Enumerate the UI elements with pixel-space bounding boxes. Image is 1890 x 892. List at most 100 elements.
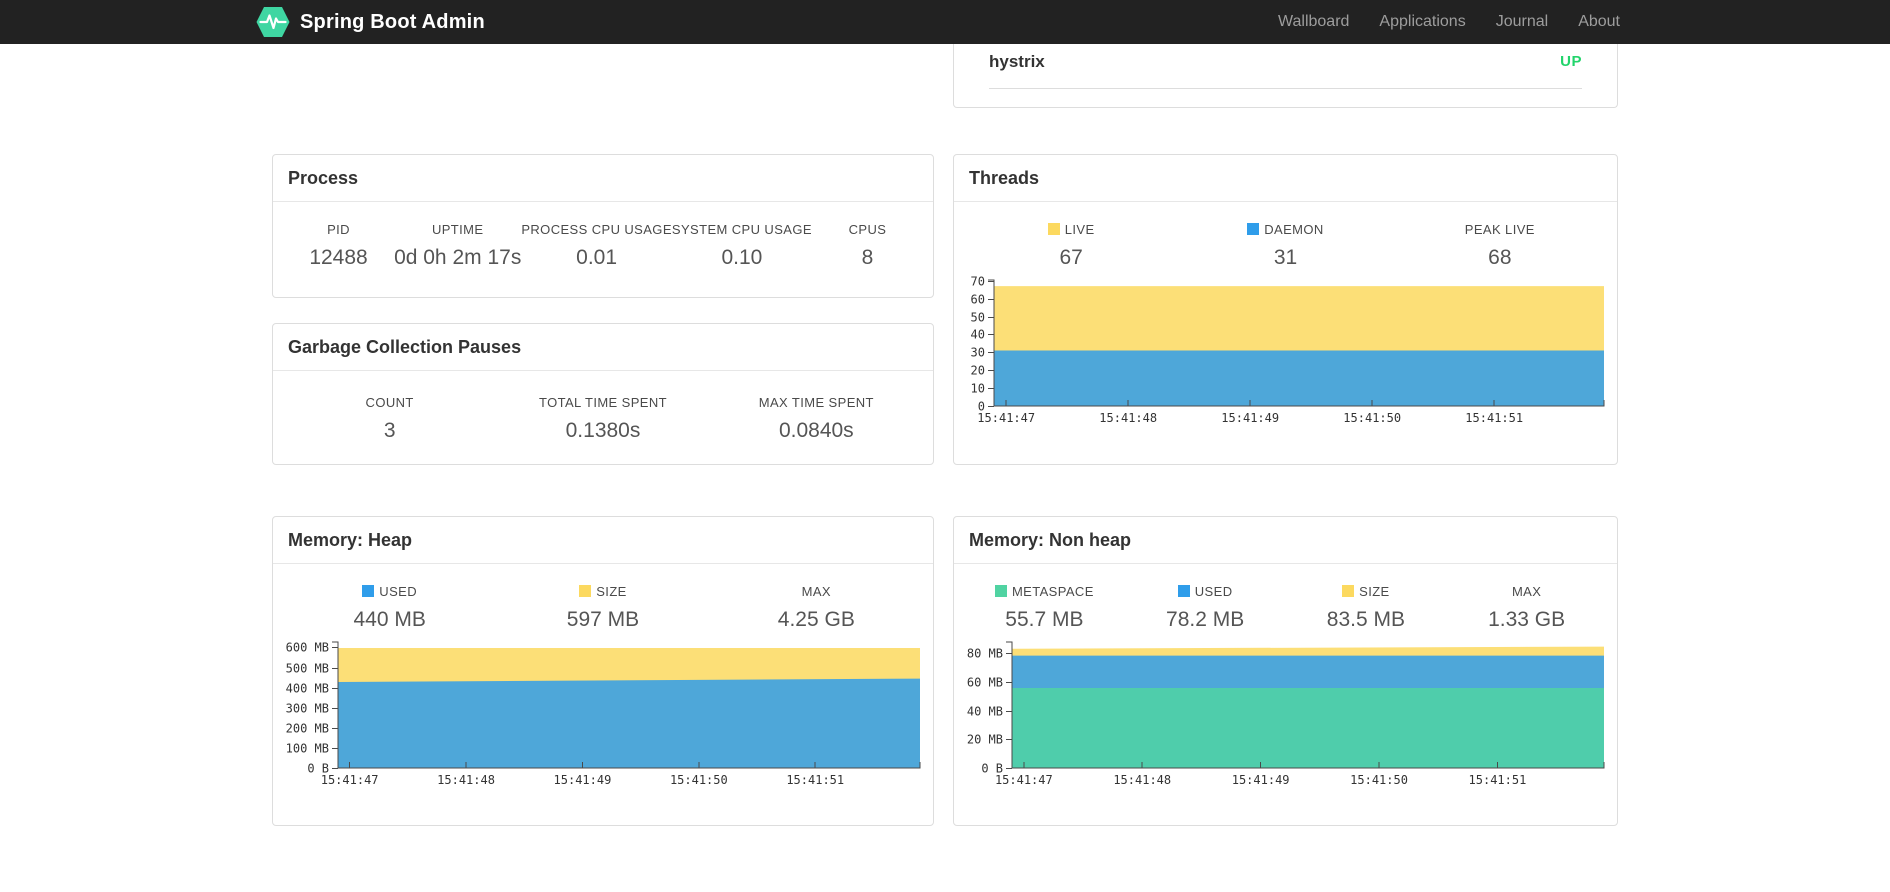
threads-chart: 0 10 20 30 40 50 60 70 15:41:47 15:41:48 15:41:49 1… <box>964 274 1607 428</box>
metric-nonheap-used: USED 78.2 MB <box>1125 584 1286 632</box>
tick-label: 15:41:47 <box>321 773 379 787</box>
panel-title: Threads <box>954 155 1617 202</box>
metric-value: 0.0840s <box>778 419 854 442</box>
metric-value: 0d 0h 2m 17s <box>394 246 522 269</box>
tick-label: 70 <box>971 275 985 289</box>
nonheap-metrics: METASPACE 55.7 MB USED 78.2 MB SIZE 83.5… <box>964 584 1607 632</box>
chart-svg: 0 B20 MB40 MB60 MB80 MB15:41:47 15:41:48 1… <box>967 641 1605 787</box>
metric-gc-total-time: TOTAL TIME SPENT 0.1380s <box>496 395 709 443</box>
tick-label: 15:41:51 <box>1465 411 1523 425</box>
app-logo-icon <box>256 7 290 37</box>
threads-panel: Threads LIVE 67 DAEMON 31 PEAK LIVE 68 0… <box>953 154 1618 465</box>
nonheap-chart: 0 B 20 MB 40 MB 60 MB 80 MB 15:41:47 15:41:48 1… <box>964 636 1607 790</box>
tick-label: 60 MB <box>967 676 1003 690</box>
metric-peak-live-threads: PEAK LIVE 68 <box>1393 222 1607 270</box>
tick-label: 15:41:48 <box>1099 411 1157 425</box>
metric-cpus: CPUS 8 <box>812 222 923 270</box>
metric-label: SYSTEM CPU USAGE <box>671 222 812 237</box>
metric-label: MAX TIME SPENT <box>758 395 874 410</box>
application-name[interactable]: hystrix <box>989 50 1045 74</box>
tick-label: 15:41:51 <box>1469 773 1527 787</box>
metric-value: 0.01 <box>576 246 618 269</box>
area-series-used <box>338 678 920 768</box>
metric-gc-count: COUNT 3 <box>283 395 496 443</box>
heap-chart: 0 B 100 MB 200 MB 300 MB 400 MB 500 MB 600 MB 1… <box>283 636 923 790</box>
metric-value: 55.7 MB <box>1005 608 1084 631</box>
metric-value: 1.33 GB <box>1488 608 1566 631</box>
y-axis <box>332 641 339 768</box>
tick-label: 15:41:49 <box>1221 411 1279 425</box>
tick-label: 15:41:47 <box>977 411 1035 425</box>
tick-label: 600 MB <box>286 641 329 655</box>
tick-label: 500 MB <box>286 662 329 676</box>
nav-links: Wallboard Applications Journal About <box>1263 13 1635 31</box>
legend-swatch-used <box>1177 585 1190 597</box>
tick-label: 15:41:47 <box>995 773 1053 787</box>
legend-swatch-size <box>1342 585 1355 597</box>
app-title: Spring Boot Admin <box>300 10 485 33</box>
metric-label: MAX <box>801 584 831 599</box>
metric-value: 12488 <box>309 246 368 269</box>
process-metrics: PID 12488 UPTIME 0d 0h 2m 17s PROCESS CP… <box>273 202 933 270</box>
tick-label: 60 <box>971 293 985 307</box>
tick-label: 30 <box>971 346 985 360</box>
chart-svg: 0 B100 MB200 MB300 MB400 MB500 MB600 MB1… <box>286 641 921 787</box>
metric-value: 597 MB <box>566 608 640 631</box>
metric-value: 4.25 GB <box>777 608 855 631</box>
metric-heap-max: MAX 4.25 GB <box>710 584 923 632</box>
metric-value: 440 MB <box>353 608 426 631</box>
nav-item-about[interactable]: About <box>1563 13 1635 31</box>
tick-label: 200 MB <box>286 722 329 736</box>
memory-heap-panel: Memory: Heap USED 440 MB SIZE 597 MB MAX… <box>272 516 934 826</box>
row-divider <box>989 88 1582 89</box>
tick-label: 50 <box>971 311 985 325</box>
nav-item-applications[interactable]: Applications <box>1364 13 1480 31</box>
metric-label: LIVE <box>1064 222 1095 237</box>
tick-label: 15:41:51 <box>786 773 844 787</box>
legend-swatch-used <box>362 585 375 597</box>
metric-label: USED <box>379 584 418 599</box>
metric-label: DAEMON <box>1264 222 1324 237</box>
metric-label: CPUS <box>848 222 887 237</box>
tick-label: 300 MB <box>286 702 329 716</box>
tick-label: 15:41:50 <box>1350 773 1408 787</box>
metric-value: 0.10 <box>721 246 763 269</box>
metric-label: USED <box>1194 584 1233 599</box>
metric-label: METASPACE <box>1011 584 1094 599</box>
metric-label: PID <box>327 222 350 237</box>
metric-process-cpu: PROCESS CPU USAGE 0.01 <box>521 222 672 270</box>
navbar: Spring Boot Admin Wallboard Applications… <box>0 0 1890 44</box>
legend-swatch-live <box>1047 223 1060 235</box>
application-row: hystrix UP <box>954 44 1617 88</box>
nav-item-journal[interactable]: Journal <box>1481 13 1563 31</box>
metric-pid: PID 12488 <box>283 222 394 270</box>
metric-label: SIZE <box>1359 584 1390 599</box>
process-panel: Process PID 12488 UPTIME 0d 0h 2m 17s PR… <box>272 154 934 298</box>
legend-swatch-size <box>579 585 592 597</box>
gc-metrics: COUNT 3 TOTAL TIME SPENT 0.1380s MAX TIM… <box>273 371 933 443</box>
memory-nonheap-panel: Memory: Non heap METASPACE 55.7 MB USED <box>953 516 1618 826</box>
metric-system-cpu: SYSTEM CPU USAGE 0.10 <box>672 222 812 270</box>
metric-value: 31 <box>1273 246 1298 269</box>
chart-svg: 01020304050607015:41:47 15:41:48 15:41:49 1… <box>971 275 1605 425</box>
metric-live-threads: LIVE 67 <box>964 222 1178 270</box>
panel-title: Memory: Heap <box>273 517 933 564</box>
nav-item-wallboard[interactable]: Wallboard <box>1263 13 1364 31</box>
tick-label: 15:41:48 <box>1113 773 1171 787</box>
metric-label: MAX <box>1511 584 1542 599</box>
area-series-metaspace <box>1012 687 1604 768</box>
metric-heap-used: USED 440 MB <box>283 584 496 632</box>
metric-value: 68 <box>1488 246 1512 269</box>
applications-panel: hystrix UP <box>953 44 1618 108</box>
y-axis <box>1006 641 1013 768</box>
legend-swatch-metaspace <box>994 585 1007 597</box>
metric-label: SIZE <box>596 584 627 599</box>
metric-uptime: UPTIME 0d 0h 2m 17s <box>394 222 521 270</box>
metric-value: 8 <box>861 246 874 269</box>
brand-home-link[interactable]: Spring Boot Admin <box>255 4 485 40</box>
metric-value: 67 <box>1059 246 1083 269</box>
tick-label: 20 MB <box>967 733 1003 747</box>
y-axis <box>988 279 995 406</box>
threads-metrics: LIVE 67 DAEMON 31 PEAK LIVE 68 <box>964 222 1607 270</box>
tick-label: 15:41:49 <box>1232 773 1290 787</box>
